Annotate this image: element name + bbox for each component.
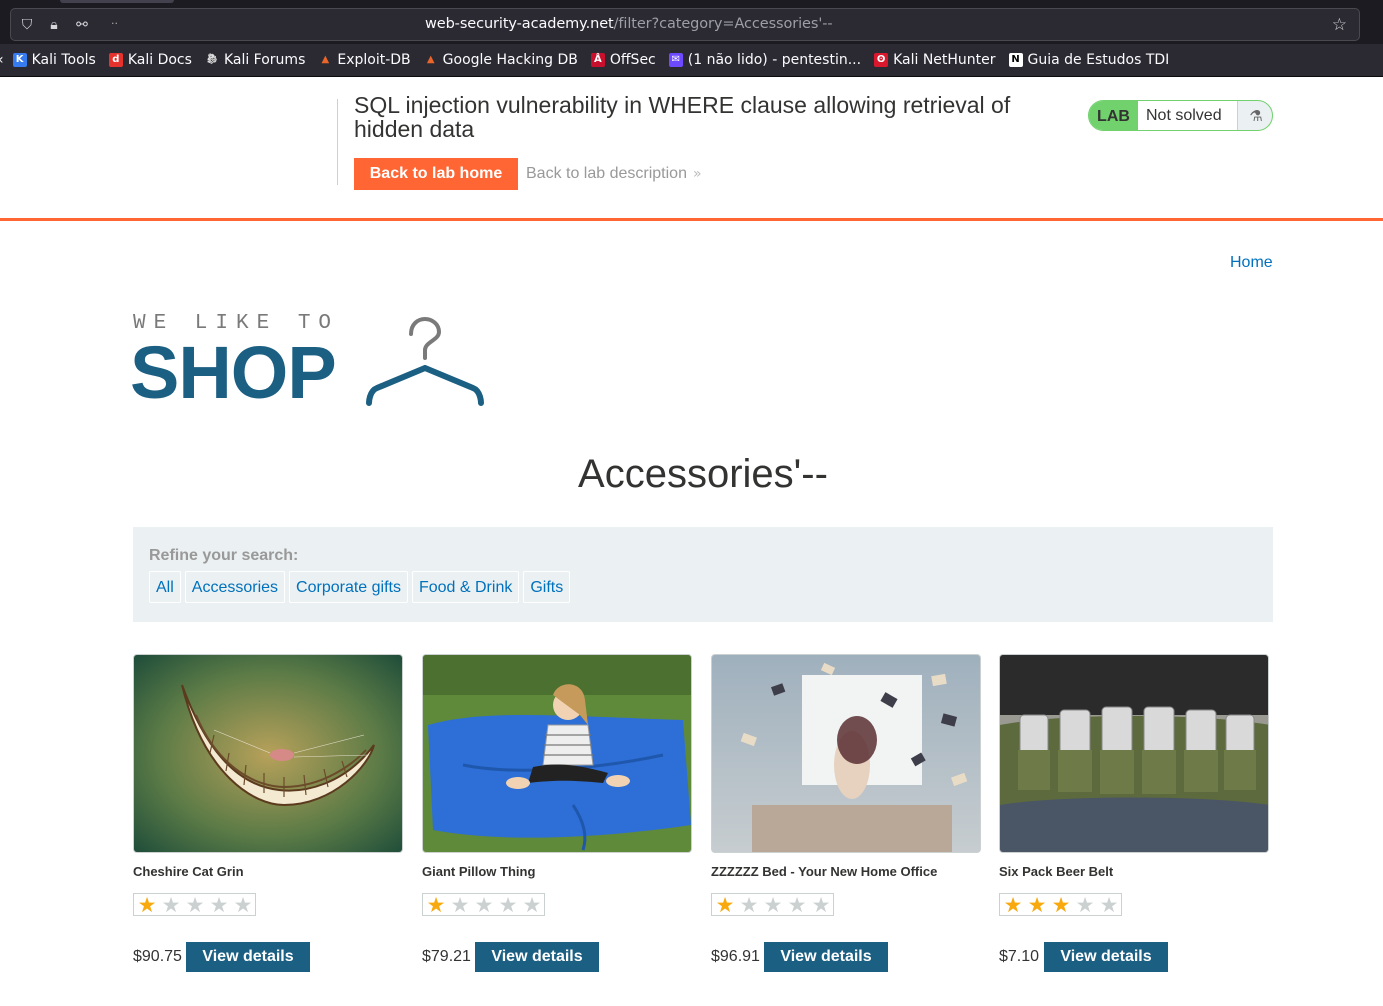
product-image[interactable]	[711, 654, 981, 853]
product-card: Six Pack Beer Belt ★ ★ ★ ★ ★ $7.10 View deta…	[999, 654, 1269, 972]
filter-corporate-gifts[interactable]: Corporate gifts	[289, 571, 408, 603]
browser-toolbar: ⛉ 🔒︎ ⚯ .. web-security-academy.net/filte…	[0, 0, 1383, 44]
rating-stars: ★ ★ ★ ★ ★	[711, 893, 834, 916]
hanger-icon	[366, 316, 484, 406]
view-details-button[interactable]: View details	[764, 942, 888, 972]
star-icon: ★	[1027, 892, 1047, 917]
product-price: $90.75	[133, 948, 182, 965]
active-tab-edge[interactable]	[60, 0, 174, 3]
lab-header: SQL injection vulnerability in WHERE cla…	[0, 77, 1383, 221]
product-image[interactable]	[422, 654, 692, 853]
product-price: $7.10	[999, 948, 1040, 965]
header-divider	[337, 99, 338, 185]
bookmark-exploit-db[interactable]: ▲ Exploit-DB	[318, 52, 411, 68]
flask-icon: ⚗︎	[1237, 101, 1272, 130]
rating-stars: ★ ★ ★ ★ ★	[422, 893, 545, 916]
filter-panel: Refine your search: All Accessories Corp…	[133, 527, 1273, 622]
star-icon: ★	[474, 892, 494, 917]
home-link[interactable]: Home	[1230, 254, 1273, 272]
view-details-button[interactable]: View details	[186, 942, 310, 972]
url-path: /filter?category=Accessories'--	[613, 16, 833, 32]
star-icon: ★	[137, 892, 157, 917]
filter-links: All Accessories Corporate gifts Food & D…	[149, 571, 574, 603]
kali-docs-icon: d	[108, 53, 123, 67]
exploit-db-icon: ▲	[321, 54, 330, 65]
product-name: ZZZZZZ Bed - Your New Home Office	[711, 864, 938, 879]
url-host: web-security-academy.net	[425, 16, 614, 32]
view-details-button[interactable]: View details	[1044, 942, 1168, 972]
product-card: ZZZZZZ Bed - Your New Home Office ★ ★ ★ ★ ★ …	[711, 654, 981, 972]
notion-icon: N	[1008, 53, 1023, 67]
bookmark-overflow[interactable]: ‹	[0, 52, 4, 68]
bookmark-ghdb[interactable]: ▲ Google Hacking DB	[424, 52, 578, 68]
shop-logo: WE LIKE TO SHOP	[130, 312, 493, 414]
bookmark-offsec[interactable]: Å OffSec	[590, 52, 656, 68]
product-price: $96.91	[711, 948, 760, 965]
star-icon: ★	[233, 892, 253, 917]
star-icon: ★	[1075, 892, 1095, 917]
product-name: Cheshire Cat Grin	[133, 864, 244, 879]
product-image[interactable]	[133, 654, 403, 853]
bookmark-kali-forums[interactable]: 🐉︎ Kali Forums	[205, 52, 306, 68]
offsec-icon: Å	[590, 53, 605, 67]
shield-icon[interactable]: ⛉	[19, 17, 35, 33]
star-icon: ★	[739, 892, 759, 917]
star-icon: ★	[763, 892, 783, 917]
double-chevron-right-icon: »	[692, 166, 702, 182]
view-details-button[interactable]: View details	[475, 942, 599, 972]
star-icon: ★	[498, 892, 518, 917]
product-name: Six Pack Beer Belt	[999, 864, 1114, 879]
bookmark-mail[interactable]: ✉ (1 não lido) - pentestin...	[668, 52, 861, 68]
mail-icon: ✉	[668, 53, 683, 67]
product-price: $79.21	[422, 948, 471, 965]
filter-food-drink[interactable]: Food & Drink	[411, 571, 520, 603]
tab-dots: ..	[111, 14, 118, 27]
back-to-lab-home-button[interactable]: Back to lab home	[354, 158, 518, 190]
bookmarks-toolbar: ‹ KKali Tools dKali Docs 🐉︎Kali Forums ▲…	[0, 44, 1383, 77]
star-icon: ★	[1003, 892, 1023, 917]
bookmark-notion[interactable]: N Guia de Estudos TDI	[1008, 52, 1169, 68]
star-icon: ★	[811, 892, 831, 917]
refine-label: Refine your search:	[149, 547, 299, 564]
star-icon: ★	[209, 892, 229, 917]
bookmark-kali-tools[interactable]: K Kali Tools	[12, 52, 96, 68]
url-text[interactable]: web-security-academy.net/filter?category…	[425, 16, 833, 32]
star-icon: ★	[161, 892, 181, 917]
logo-wordmark: SHOP	[130, 331, 337, 414]
lock-icon[interactable]: 🔒︎	[46, 17, 62, 33]
ghdb-icon: ▲	[426, 54, 435, 65]
kali-tools-icon: K	[12, 53, 27, 67]
lab-status-text: Not solved	[1138, 101, 1237, 130]
rating-stars: ★ ★ ★ ★ ★	[999, 893, 1122, 916]
back-to-lab-description-link[interactable]: Back to lab description»	[526, 165, 702, 183]
star-icon: ★	[1099, 892, 1119, 917]
kali-forums-icon: 🐉︎	[205, 54, 219, 65]
filter-accessories[interactable]: Accessories	[184, 571, 286, 603]
rating-stars: ★ ★ ★ ★ ★	[133, 893, 256, 916]
star-icon: ★	[787, 892, 807, 917]
permissions-icon[interactable]: ⚯	[74, 17, 90, 33]
product-name: Giant Pillow Thing	[422, 864, 536, 879]
star-icon: ★	[522, 892, 542, 917]
bookmark-nethunter[interactable]: ʘ Kali NetHunter	[874, 52, 996, 68]
bookmark-kali-docs[interactable]: d Kali Docs	[108, 52, 192, 68]
product-card: Cheshire Cat Grin ★ ★ ★ ★ ★ $90.75 View deta…	[133, 654, 403, 972]
lab-title: SQL injection vulnerability in WHERE cla…	[354, 92, 1011, 142]
lab-tag: LAB	[1089, 101, 1138, 130]
bookmark-star-icon[interactable]: ☆	[1332, 15, 1347, 35]
address-bar[interactable]: ⛉ 🔒︎ ⚯ .. web-security-academy.net/filte…	[10, 8, 1360, 41]
product-image[interactable]	[999, 654, 1269, 853]
filter-all[interactable]: All	[149, 571, 181, 603]
product-card: Giant Pillow Thing ★ ★ ★ ★ ★ $79.21 View det…	[422, 654, 692, 972]
star-icon: ★	[715, 892, 735, 917]
lab-status-widget: LAB Not solved ⚗︎	[1088, 100, 1273, 131]
star-icon: ★	[450, 892, 470, 917]
nethunter-icon: ʘ	[874, 53, 889, 67]
filter-gifts[interactable]: Gifts	[523, 571, 571, 603]
star-icon: ★	[426, 892, 446, 917]
star-icon: ★	[185, 892, 205, 917]
category-heading: Accessories'--	[578, 452, 828, 496]
star-icon: ★	[1051, 892, 1071, 917]
